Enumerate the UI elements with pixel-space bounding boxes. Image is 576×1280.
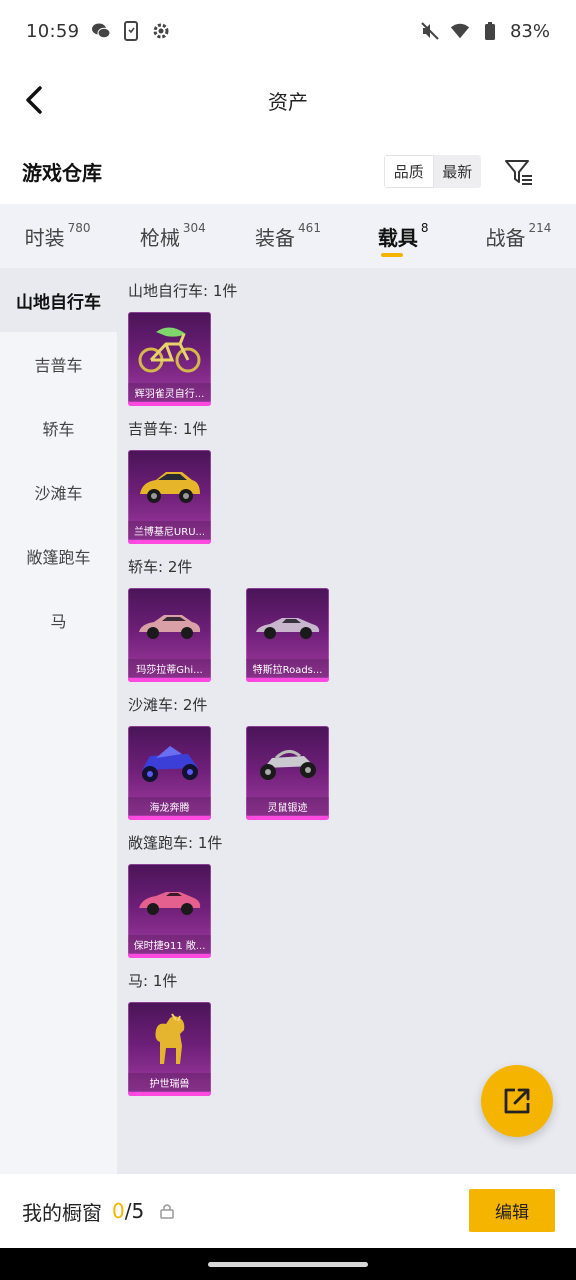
vehicle-name: 特斯拉Roads... [246,659,329,677]
page-header: 资产 [0,62,576,138]
tab-equipment[interactable]: 装备 461 [230,204,345,268]
battery-level: 83% [509,20,550,42]
tab-weapons[interactable]: 枪械 304 [115,204,230,268]
tab-label: 枪械 [139,225,180,250]
vehicle-name: 辉羽雀灵自行... [128,383,211,401]
storage-title: 游戏仓库 [22,160,102,185]
share-fab-button[interactable] [481,1065,553,1137]
tab-supplies[interactable]: 战备 214 [461,204,576,268]
tab-count: 8 [420,221,429,235]
edit-button[interactable]: 编辑 [469,1189,555,1232]
status-bar: 10:59 83% [0,0,576,62]
wifi-icon [450,21,470,41]
sidebar-item-convertible[interactable]: 敞篷跑车 [0,524,117,588]
filter-icon [505,160,532,185]
sidebar-item-mountain-bike[interactable]: 山地自行车 [0,268,117,332]
category-tabs: 时装 780 枪械 304 装备 461 载具 8 战备 214 [0,204,576,268]
battery-icon [480,21,500,41]
bike-icon [138,327,201,373]
rarity-bar [128,1092,211,1096]
lock-icon [160,1203,174,1219]
vehicle-name: 护世瑞兽 [128,1073,211,1091]
sidebar-item-buggy[interactable]: 沙滩车 [0,460,117,524]
tab-label: 装备 [255,225,296,250]
vehicle-card[interactable]: 灵鼠银迹 [246,726,329,820]
rarity-bar [128,954,211,958]
mute-icon [420,21,440,41]
vehicle-card[interactable]: 兰博基尼URU... [128,450,211,544]
sidebar-item-horse[interactable]: 马 [0,588,117,652]
tab-count: 780 [67,221,91,235]
rarity-bar [128,540,211,544]
convertible-icon [139,892,201,915]
storage-row: 游戏仓库 品质 最新 [0,138,576,204]
back-button[interactable] [14,80,54,120]
external-link-icon [504,1088,530,1114]
showcase-total: /5 [124,1199,145,1223]
gesture-handle[interactable] [208,1262,368,1267]
suv-icon [140,472,200,503]
showcase-current: 0 [112,1199,125,1223]
vehicle-name: 兰博基尼URU... [128,521,211,539]
vehicle-card[interactable]: 特斯拉Roads... [246,588,329,682]
buggy-icon [142,746,198,782]
content-area: 山地自行车 吉普车 轿车 沙滩车 敞篷跑车 马 山地自行车: 1件 辉羽雀灵自行… [0,268,576,1174]
filter-button[interactable] [502,155,536,189]
sort-newest-option[interactable]: 最新 [434,155,482,188]
vehicle-type-sidebar: 山地自行车 吉普车 轿车 沙滩车 敞篷跑车 马 [0,268,117,1174]
tab-vehicles[interactable]: 载具 8 [346,204,461,268]
phone-sync-icon [121,21,141,41]
section-title: 沙滩车: 2件 [128,695,208,714]
back-arrow-icon [26,86,42,114]
tab-label: 时装 [24,225,65,250]
showcase-label: 我的橱窗 [22,1200,102,1225]
page-title: 资产 [268,89,308,114]
vehicle-card[interactable]: 海龙奔腾 [128,726,211,820]
rarity-bar [128,678,211,682]
vehicle-card[interactable]: 玛莎拉蒂Ghi... [128,588,211,682]
showcase-bar: 我的橱窗 0/5 编辑 [0,1174,576,1248]
rarity-bar [128,816,211,820]
vehicle-card[interactable]: 辉羽雀灵自行... [128,312,211,406]
section-title: 轿车: 2件 [128,557,193,576]
sidebar-item-sedan[interactable]: 轿车 [0,396,117,460]
section-title: 吉普车: 1件 [128,419,208,438]
rarity-bar [246,816,329,820]
vehicle-name: 海龙奔腾 [128,797,211,815]
sedan-icon [139,615,201,639]
tab-count: 461 [298,221,321,235]
wechat-icon [91,21,111,41]
vehicle-grid: 山地自行车: 1件 辉羽雀灵自行... 吉普车: 1件 兰博基尼URU... 轿… [128,268,568,1096]
tab-fashion[interactable]: 时装 780 [0,204,115,268]
tab-label: 载具 [377,225,418,250]
active-tab-indicator [381,253,404,257]
system-nav-bar [0,1248,576,1280]
settings-gear-icon [151,21,171,41]
status-time: 10:59 [26,20,80,42]
buggy-icon [260,750,316,780]
vehicle-card[interactable]: 护世瑞兽 [128,1002,211,1096]
rarity-bar [246,678,329,682]
section-title: 马: 1件 [128,971,178,990]
sidebar-item-jeep[interactable]: 吉普车 [0,332,117,396]
rarity-bar [128,402,211,406]
showcase-count: 0/5 [112,1199,144,1223]
vehicle-card[interactable]: 保时捷911 敞... [128,864,211,958]
horse-icon [155,1013,185,1064]
sort-toggle: 品质 最新 [384,155,481,188]
sort-quality-option[interactable]: 品质 [384,155,434,188]
tab-count: 214 [528,221,552,235]
tab-label: 战备 [485,225,526,250]
section-title: 山地自行车: 1件 [128,281,238,300]
roadster-icon [256,618,320,639]
section-title: 敞篷跑车: 1件 [128,833,223,852]
vehicle-name: 保时捷911 敞... [128,935,211,953]
tab-count: 304 [182,221,206,235]
vehicle-name: 玛莎拉蒂Ghi... [128,659,211,677]
vehicle-name: 灵鼠银迹 [246,797,329,815]
